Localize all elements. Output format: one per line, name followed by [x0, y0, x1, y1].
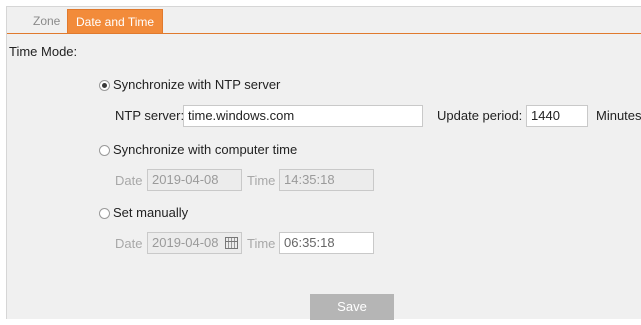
computer-date-input: 2019-04-08 [147, 169, 242, 191]
computer-time-option-label[interactable]: Synchronize with computer time [113, 142, 297, 157]
manual-time-input[interactable]: 06:35:18 [279, 232, 374, 254]
tab-bar: Zone Date and Time [7, 7, 641, 34]
update-period-input[interactable]: 1440 [526, 105, 588, 127]
calendar-icon [225, 237, 238, 249]
save-button[interactable]: Save [310, 294, 394, 320]
ntp-option-label[interactable]: Synchronize with NTP server [113, 77, 280, 92]
ntp-server-input[interactable]: time.windows.com [183, 105, 423, 127]
manual-date-value: 2019-04-08 [152, 235, 219, 250]
set-manually-radio[interactable] [99, 208, 110, 219]
manual-time-label: Time [247, 236, 276, 251]
manual-date-label: Date [115, 236, 143, 251]
ntp-radio[interactable] [99, 80, 110, 91]
set-manually-option-label[interactable]: Set manually [113, 205, 188, 220]
computer-time-label: Time [247, 173, 276, 188]
computer-date-label: Date [115, 173, 143, 188]
computer-time-radio[interactable] [99, 145, 110, 156]
tab-zone[interactable]: Zone [25, 9, 68, 33]
update-period-label: Update period: [437, 108, 523, 123]
update-period-unit: Minutes [596, 108, 641, 123]
time-mode-label: Time Mode: [9, 44, 78, 59]
ntp-server-label: NTP server: [115, 108, 185, 123]
computer-time-input: 14:35:18 [279, 169, 374, 191]
tab-date-and-time[interactable]: Date and Time [67, 9, 164, 33]
settings-panel: Zone Date and Time Time Mode: Synchroniz… [6, 6, 641, 320]
